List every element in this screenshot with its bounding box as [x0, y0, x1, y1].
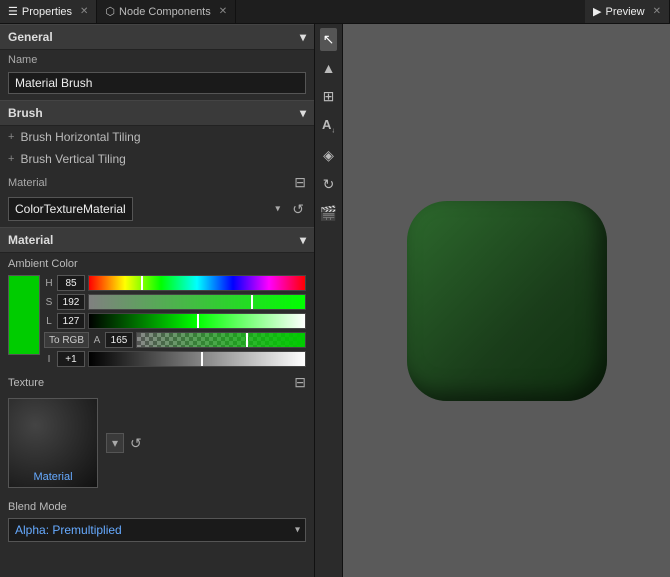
sliders-area: H S L [44, 275, 306, 367]
cursor-tool-icon[interactable]: ↖ [320, 28, 338, 51]
tab-node-components[interactable]: ⬡ Node Components ✕ [97, 0, 236, 23]
s-slider-row: S [44, 294, 306, 310]
color-sliders-area: H S L [0, 273, 314, 369]
a-slider-row: To RGB A [44, 332, 306, 348]
material-grid-icon[interactable]: ⊟ [294, 174, 306, 191]
preview-tab-label: Preview [605, 6, 644, 18]
left-panel: General ▾ Name Brush ▾ + Brush Horizonta… [0, 24, 315, 577]
h-value[interactable] [57, 275, 85, 291]
general-chevron-icon: ▾ [300, 30, 306, 44]
texture-grid-icon[interactable]: ⊟ [294, 374, 306, 391]
texture-reset-button[interactable]: ↺ [130, 435, 142, 452]
general-section-label: General [8, 30, 53, 44]
general-section-header[interactable]: General ▾ [0, 24, 314, 50]
s-value[interactable] [57, 294, 85, 310]
s-label: S [44, 297, 54, 308]
l-label: L [44, 316, 54, 327]
i-marker [201, 352, 203, 366]
properties-tab-close[interactable]: ✕ [80, 6, 88, 17]
to-rgb-button[interactable]: To RGB [44, 332, 89, 348]
properties-tab-icon: ☰ [8, 5, 18, 18]
name-label: Name [8, 54, 58, 66]
node-components-tab-close[interactable]: ✕ [219, 6, 227, 17]
tab-preview[interactable]: ▶ Preview ✕ [585, 0, 670, 23]
a-track[interactable] [136, 332, 306, 348]
i-track[interactable] [88, 351, 306, 367]
blend-select-wrapper: Alpha: Premultiplied [8, 518, 306, 542]
l-track[interactable] [88, 313, 306, 329]
texture-controls: ▾ ↺ [106, 433, 142, 453]
texture-label: Texture [8, 377, 44, 389]
refresh-tool-icon[interactable]: ↻ [320, 173, 338, 196]
h-marker [141, 276, 143, 290]
preview-toolbar: ↖ ▲ ⊞ A↓ ◈ ↻ 🎬 [315, 24, 343, 577]
brush-vertical-tiling-item[interactable]: + Brush Vertical Tiling [0, 148, 314, 170]
brush-chevron-icon: ▾ [300, 106, 306, 120]
right-panel: ↖ ▲ ⊞ A↓ ◈ ↻ 🎬 [315, 24, 670, 577]
a-track-overlay [137, 333, 305, 347]
a-value[interactable] [105, 332, 133, 348]
color-swatch[interactable] [8, 275, 40, 355]
material-field-row: Material ⊟ [0, 170, 314, 195]
h-label: H [44, 278, 54, 289]
blend-mode-label: Blend Mode [0, 496, 314, 516]
camera-tool-icon[interactable]: 🎬 [317, 202, 340, 225]
grid-tool-icon[interactable]: ⊞ [320, 85, 338, 108]
pointer-tool-icon[interactable]: ▲ [319, 57, 339, 79]
text-tool-icon[interactable]: A↓ [319, 114, 338, 138]
material-section-label: Material [8, 233, 53, 247]
brush-vertical-plus-icon: + [8, 153, 14, 165]
a-marker [246, 333, 248, 347]
main-area: General ▾ Name Brush ▾ + Brush Horizonta… [0, 24, 670, 577]
material-select[interactable]: ColorTextureMaterial [8, 197, 133, 221]
l-slider-row: L [44, 313, 306, 329]
h-track[interactable] [88, 275, 306, 291]
blend-select-row: Alpha: Premultiplied [0, 516, 314, 550]
preview-tab-icon: ▶ [593, 5, 601, 18]
brush-horizontal-tiling-item[interactable]: + Brush Horizontal Tiling [0, 126, 314, 148]
material-reset-button[interactable]: ↺ [290, 199, 306, 220]
material-section-header[interactable]: Material ▾ [0, 227, 314, 253]
s-track[interactable] [88, 294, 306, 310]
l-marker [197, 314, 199, 328]
texture-dropdown-button[interactable]: ▾ [106, 433, 124, 453]
i-slider-row: I [44, 351, 306, 367]
texture-thumb-label: Material [33, 471, 72, 483]
node-components-tab-icon: ⬡ [105, 5, 115, 18]
preview-shape [407, 201, 607, 401]
material-select-row: ColorTextureMaterial ↺ [0, 195, 314, 227]
preview-tab-close[interactable]: ✕ [653, 6, 661, 17]
l-value[interactable] [57, 313, 85, 329]
layers-tool-icon[interactable]: ◈ [320, 144, 337, 167]
node-components-tab-label: Node Components [119, 6, 211, 18]
brush-horizontal-plus-icon: + [8, 131, 14, 143]
i-label: I [44, 354, 54, 365]
tab-bar: ☰ Properties ✕ ⬡ Node Components ✕ ▶ Pre… [0, 0, 670, 24]
tab-properties[interactable]: ☰ Properties ✕ [0, 0, 97, 23]
preview-area [343, 24, 670, 577]
i-value[interactable] [57, 351, 85, 367]
name-input[interactable] [8, 72, 306, 94]
a-label: A [92, 335, 102, 346]
texture-thumbnail: Material [8, 398, 98, 488]
brush-section-header[interactable]: Brush ▾ [0, 100, 314, 126]
material-field-label: Material [8, 177, 290, 189]
material-select-wrapper: ColorTextureMaterial [8, 197, 286, 221]
name-field-row: Name [0, 50, 314, 70]
blend-mode-select[interactable]: Alpha: Premultiplied [8, 518, 306, 542]
texture-content: Material ▾ ↺ [0, 394, 314, 496]
brush-horizontal-label: Brush Horizontal Tiling [20, 130, 140, 144]
h-slider-row: H [44, 275, 306, 291]
properties-tab-label: Properties [22, 6, 72, 18]
brush-section-label: Brush [8, 106, 43, 120]
texture-header-row: Texture ⊟ [0, 369, 314, 394]
brush-vertical-label: Brush Vertical Tiling [20, 152, 125, 166]
s-marker [251, 295, 253, 309]
material-chevron-icon: ▾ [300, 233, 306, 247]
ambient-color-label: Ambient Color [0, 253, 314, 273]
